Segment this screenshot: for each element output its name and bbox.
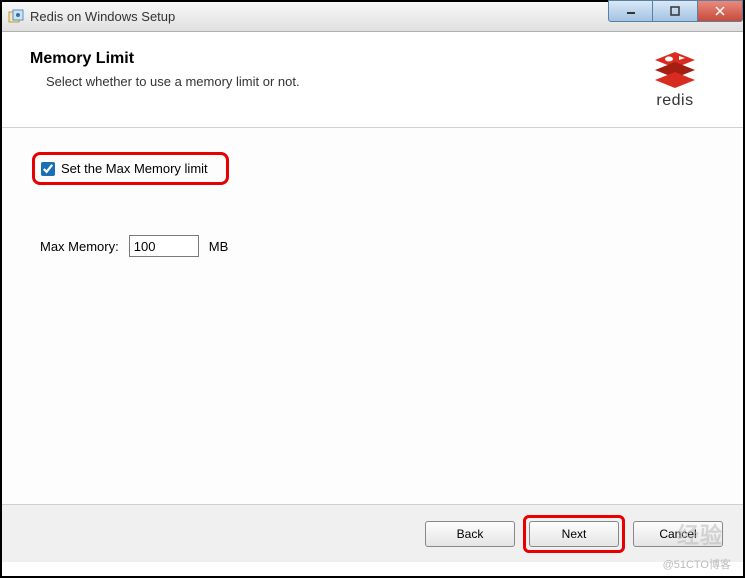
wizard-footer: Back Next Cancel — [2, 504, 743, 562]
cancel-button[interactable]: Cancel — [633, 521, 723, 547]
back-button[interactable]: Back — [425, 521, 515, 547]
close-button[interactable] — [698, 0, 743, 22]
redis-logo: redis — [635, 50, 715, 110]
next-button-highlight: Next — [523, 515, 625, 553]
max-memory-unit: MB — [209, 239, 229, 254]
next-button[interactable]: Next — [529, 521, 619, 547]
window-title: Redis on Windows Setup — [30, 9, 175, 24]
page-title: Memory Limit — [30, 50, 300, 68]
wizard-header: Memory Limit Select whether to use a mem… — [2, 32, 743, 128]
window-controls — [608, 0, 743, 22]
redis-cube-icon — [651, 50, 699, 90]
set-max-memory-checkbox-row: Set the Max Memory limit — [32, 152, 229, 185]
watermark-text: @51CTO博客 — [663, 556, 731, 572]
redis-logo-text: redis — [635, 92, 715, 110]
titlebar: Redis on Windows Setup — [2, 2, 743, 32]
minimize-button[interactable] — [608, 0, 653, 22]
wizard-content: Set the Max Memory limit Max Memory: MB — [2, 128, 743, 504]
maximize-button[interactable] — [653, 0, 698, 22]
installer-icon — [8, 9, 24, 25]
set-max-memory-checkbox[interactable] — [41, 162, 55, 176]
page-subtitle: Select whether to use a memory limit or … — [46, 74, 300, 89]
max-memory-input[interactable] — [129, 235, 199, 257]
max-memory-label: Max Memory: — [40, 239, 119, 254]
max-memory-row: Max Memory: MB — [40, 235, 713, 257]
set-max-memory-label[interactable]: Set the Max Memory limit — [61, 161, 208, 176]
